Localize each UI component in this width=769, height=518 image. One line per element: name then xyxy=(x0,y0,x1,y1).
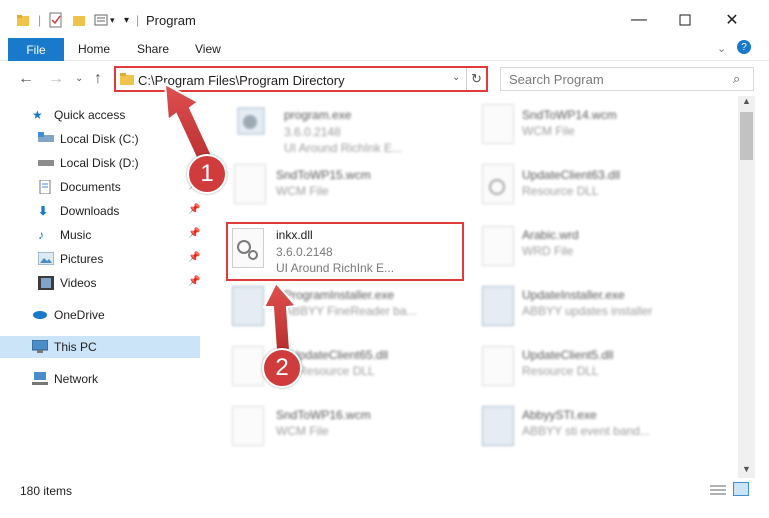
annotation-arrows xyxy=(163,82,299,351)
arrow-2 xyxy=(262,281,299,351)
step-1-badge: 1 xyxy=(187,154,227,194)
step-2-badge: 2 xyxy=(262,348,302,388)
